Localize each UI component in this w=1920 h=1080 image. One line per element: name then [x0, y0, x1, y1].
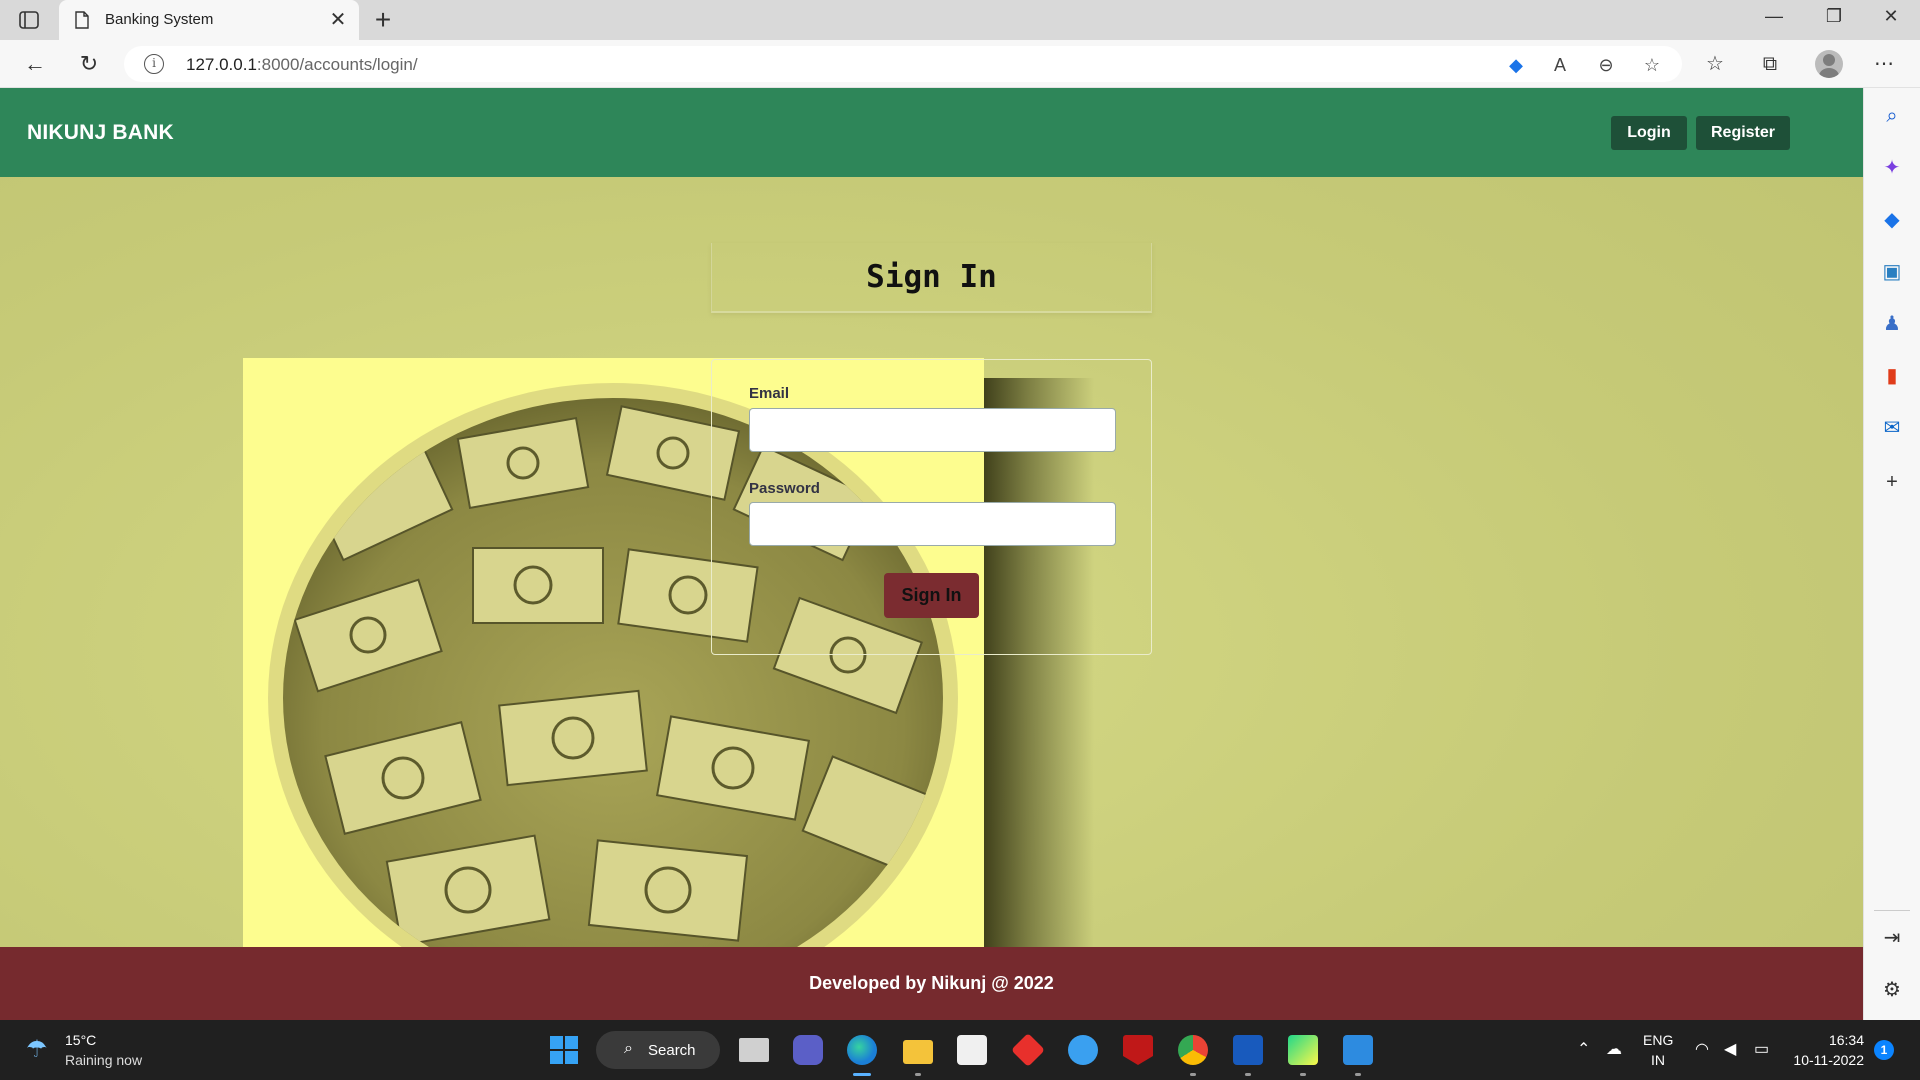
teams-chat-icon[interactable] [793, 1035, 823, 1065]
shopping-icon[interactable]: ◆ [1878, 206, 1906, 234]
wifi-icon[interactable]: ◠ [1695, 1039, 1709, 1059]
hide-sidebar-icon[interactable]: ⇥ [1878, 924, 1906, 952]
language-top[interactable]: ENG [1643, 1032, 1673, 1048]
sign-in-title: Sign In [866, 259, 997, 295]
pycharm-icon[interactable] [1288, 1035, 1318, 1065]
url-bar[interactable]: i 127.0.0.1:8000/accounts/login/ ◆ A ⊖ ☆ [124, 46, 1682, 82]
add-sidebar-app-icon[interactable]: + [1878, 468, 1906, 496]
taskbar-search[interactable]: ⌕ Search [596, 1031, 720, 1069]
password-label: Password [749, 480, 820, 497]
sign-in-button[interactable]: Sign In [884, 573, 979, 618]
login-form: Email Password Sign In [711, 359, 1152, 655]
office-icon[interactable]: ▮ [1878, 362, 1906, 390]
file-explorer-icon[interactable] [903, 1040, 933, 1064]
close-tab-icon[interactable]: ✕ [327, 7, 349, 31]
minimize-icon[interactable]: — [1754, 6, 1794, 34]
microsoft-store-icon[interactable] [957, 1035, 987, 1065]
zoom-out-icon[interactable]: ⊖ [1594, 53, 1618, 77]
site-footer: Developed by Nikunj @ 2022 [0, 947, 1863, 1020]
favorites-icon[interactable]: ☆ [1701, 50, 1729, 78]
settings-gear-icon[interactable]: ⚙ [1878, 976, 1906, 1004]
games-icon[interactable]: ♟ [1878, 310, 1906, 338]
refresh-icon[interactable]: ↻ [74, 49, 104, 79]
collections-icon[interactable]: ⧉ [1756, 50, 1784, 78]
rain-umbrella-icon[interactable]: ☂ [26, 1035, 56, 1065]
mcafee-icon[interactable] [1123, 1035, 1153, 1065]
chrome-icon[interactable] [1178, 1035, 1208, 1065]
register-button[interactable]: Register [1696, 116, 1790, 150]
start-windows-icon[interactable] [549, 1035, 579, 1065]
profile-avatar-icon[interactable] [1815, 50, 1843, 78]
word-running-dot [1245, 1073, 1251, 1076]
clock-date[interactable]: 10-11-2022 [1784, 1052, 1864, 1068]
address-toolbar: ← ↻ i 127.0.0.1:8000/accounts/login/ ◆ A… [0, 40, 1920, 88]
site-navbar: NIKUNJ BANK Login Register [0, 88, 1863, 177]
weather-temperature[interactable]: 15°C [65, 1032, 96, 1048]
outlook-icon[interactable]: ✉ [1878, 414, 1906, 442]
tools-icon[interactable]: ▣ [1878, 258, 1906, 286]
web-page: NIKUNJ BANK Login Register Sign In Email… [0, 88, 1863, 1020]
info-icon[interactable]: i [144, 54, 164, 74]
task-view-icon[interactable] [739, 1038, 769, 1062]
windows-taskbar: ☂ 15°C Raining now ⌕ Search ⌃ ☁ ENG IN ◠… [0, 1020, 1920, 1080]
photos-running-dot [1355, 1073, 1361, 1076]
pycharm-running-dot [1300, 1073, 1306, 1076]
volume-icon[interactable]: ◀ [1724, 1039, 1736, 1059]
browser-tab-bar: Banking System ✕ + — ❐ ✕ [0, 0, 1920, 40]
back-arrow-icon[interactable]: ← [20, 49, 50, 79]
explorer-running-dot [915, 1073, 921, 1076]
search-label: Search [648, 1042, 696, 1059]
read-aloud-icon[interactable]: A [1548, 53, 1572, 77]
copilot-sparkle-icon[interactable]: ✦ [1878, 154, 1906, 182]
photos-icon[interactable] [1343, 1035, 1373, 1065]
new-tab-icon[interactable]: + [368, 4, 398, 35]
clock-time[interactable]: 16:34 [1794, 1032, 1864, 1048]
close-window-icon[interactable]: ✕ [1871, 6, 1911, 34]
chrome-running-dot [1190, 1073, 1196, 1076]
email-field[interactable] [749, 408, 1116, 452]
anydesk-icon[interactable] [1011, 1033, 1045, 1067]
browser-tab[interactable]: Banking System ✕ [59, 0, 359, 40]
sidebar-divider [1874, 910, 1910, 911]
more-options-icon[interactable]: ⋯ [1870, 50, 1898, 78]
tab-actions-icon[interactable] [16, 8, 42, 32]
language-bottom[interactable]: IN [1643, 1052, 1673, 1068]
url-text[interactable]: 127.0.0.1:8000/accounts/login/ [186, 55, 418, 75]
edge-sidebar: ⌕ ✦ ◆ ▣ ♟ ▮ ✉ + ⇥ ⚙ [1863, 88, 1920, 1020]
add-favorite-icon[interactable]: ☆ [1640, 53, 1664, 77]
weather-description[interactable]: Raining now [65, 1052, 142, 1068]
onedrive-cloud-icon[interactable]: ☁ [1606, 1039, 1622, 1059]
password-field[interactable] [749, 502, 1116, 546]
search-icon[interactable]: ⌕ [1878, 102, 1906, 130]
edge-browser-icon[interactable] [847, 1035, 877, 1065]
restore-icon[interactable]: ❐ [1814, 6, 1854, 34]
search-icon: ⌕ [624, 1040, 633, 1057]
sign-in-header-card: Sign In [711, 243, 1152, 313]
word-icon[interactable] [1233, 1035, 1263, 1065]
notification-badge[interactable]: 1 [1874, 1040, 1894, 1060]
footer-text: Developed by Nikunj @ 2022 [809, 973, 1054, 993]
tab-title: Banking System [105, 11, 214, 28]
shopping-tag-icon[interactable]: ◆ [1504, 53, 1528, 77]
edge-active-indicator [853, 1073, 871, 1076]
battery-icon[interactable]: ▭ [1754, 1039, 1769, 1059]
email-label: Email [749, 385, 790, 402]
login-button[interactable]: Login [1611, 116, 1687, 150]
chevron-up-icon[interactable]: ⌃ [1577, 1039, 1590, 1059]
site-brand[interactable]: NIKUNJ BANK [27, 121, 174, 145]
help-icon[interactable] [1068, 1035, 1098, 1065]
page-icon [74, 11, 90, 29]
